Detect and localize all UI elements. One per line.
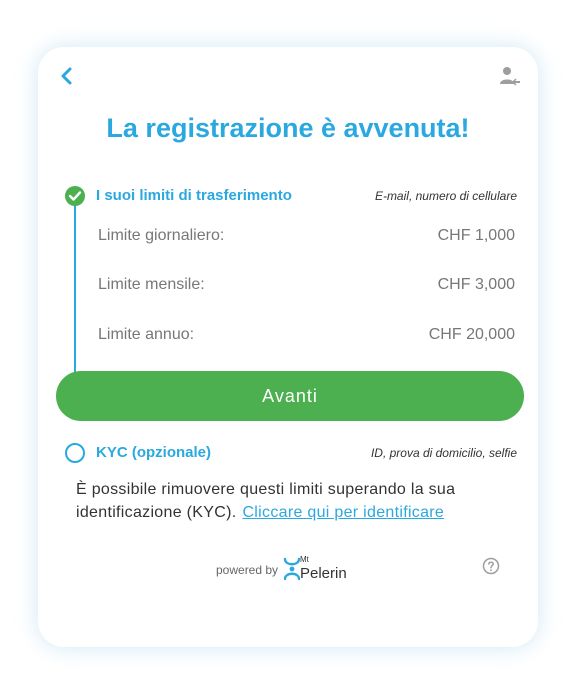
limit-label: Limite mensile:	[98, 276, 205, 293]
step-kyc-subtitle: ID, prova di domicilio, selfie	[370, 446, 517, 460]
check-icon	[65, 186, 85, 206]
question-circle-icon	[482, 557, 500, 575]
powered-by-label: powered by	[216, 563, 279, 577]
kyc-info: È possibile rimuovere questi limiti supe…	[76, 478, 516, 524]
step-kyc: KYC (opzionale) ID, prova di domicilio, …	[65, 443, 517, 465]
page-title: La registrazione è avvenuta!	[106, 113, 470, 143]
brand-name: Pelerin	[300, 565, 347, 582]
account-button[interactable]	[498, 65, 522, 87]
brand-mt: Mt	[300, 555, 309, 564]
limit-label: Limite giornaliero:	[98, 227, 225, 244]
timeline-line	[74, 202, 76, 372]
step-limits: I suoi limiti di trasferimento E-mail, n…	[65, 186, 517, 208]
circle-icon	[65, 443, 85, 463]
limit-row-yearly: Limite annuo: CHF 20,000	[98, 326, 515, 348]
identify-link[interactable]: Cliccare qui per identificare	[242, 504, 444, 521]
back-button[interactable]	[56, 65, 78, 87]
limit-row-monthly: Limite mensile: CHF 3,000	[98, 276, 515, 298]
step-limits-subtitle: E-mail, numero di cellulare	[374, 189, 517, 203]
step-kyc-title: KYC (opzionale)	[96, 444, 211, 461]
chevron-left-icon	[61, 67, 72, 85]
limit-value: CHF 1,000	[437, 227, 515, 244]
mt-pelerin-logo-icon	[283, 557, 301, 581]
limit-value: CHF 3,000	[437, 276, 515, 293]
limit-row-daily: Limite giornaliero: CHF 1,000	[98, 227, 515, 249]
help-button[interactable]	[482, 557, 500, 575]
user-arrow-icon	[500, 67, 520, 86]
limit-value: CHF 20,000	[428, 326, 515, 343]
next-button[interactable]: Avanti	[56, 371, 524, 421]
limit-label: Limite annuo:	[98, 326, 195, 343]
step-limits-title: I suoi limiti di trasferimento	[96, 187, 292, 204]
registration-card: La registrazione è avvenuta! I suoi limi…	[38, 47, 538, 647]
